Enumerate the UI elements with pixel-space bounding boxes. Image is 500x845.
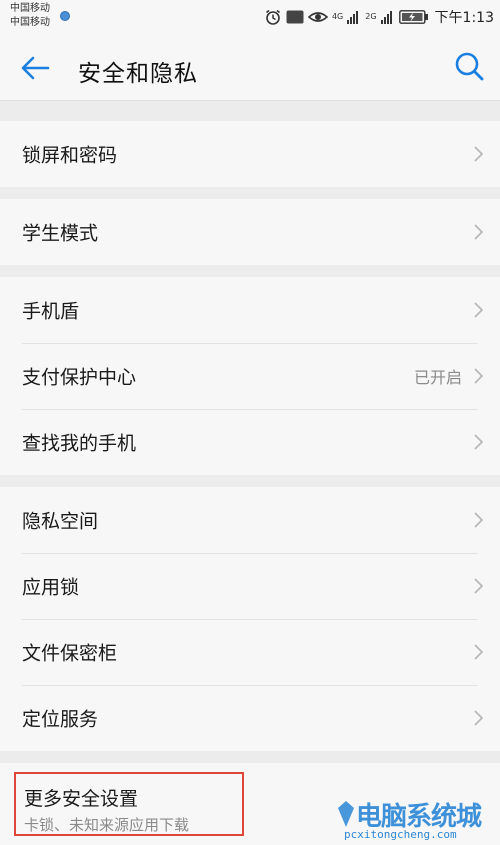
watermark: 电脑系统城 pcxitongcheng.com (336, 794, 496, 844)
chevron-right-icon (474, 434, 484, 450)
battery-charging-icon (398, 10, 428, 24)
chevron-right-icon (474, 578, 484, 594)
settings-item-label: 学生模式 (22, 222, 99, 245)
settings-item-label: 查找我的手机 (22, 432, 137, 455)
watermark-url: pcxitongcheng.com (344, 828, 457, 841)
settings-item-location-services[interactable]: 定位服务 (0, 685, 500, 751)
hd-icon (286, 10, 304, 24)
chevron-right-icon (474, 224, 484, 240)
search-icon (455, 52, 484, 81)
settings-group-privacy: 隐私空间 应用锁 文件保密柜 定位服务 (0, 487, 500, 751)
settings-item-label: 锁屏和密码 (22, 144, 118, 167)
settings-group-protection: 手机盾 支付保护中心 已开启 查找我的手机 (0, 277, 500, 475)
settings-item-find-my-phone[interactable]: 查找我的手机 (0, 409, 500, 475)
chevron-right-icon (474, 512, 484, 528)
settings-item-label: 文件保密柜 (22, 642, 118, 665)
more-security-settings-subtitle: 卡锁、未知来源应用下载 (24, 816, 190, 834)
chevron-right-icon (474, 146, 484, 162)
status-bar: 中国移动 中国移动 4G 2G 下午1:13 (0, 0, 500, 34)
settings-item-file-safe[interactable]: 文件保密柜 (0, 619, 500, 685)
settings-item-label: 手机盾 (22, 300, 80, 323)
carrier-label-1: 中国移动 (10, 3, 50, 14)
settings-item-label: 应用锁 (22, 576, 80, 599)
signal-2g-icon (380, 11, 392, 24)
settings-item-app-lock[interactable]: 应用锁 (0, 553, 500, 619)
network-type-2: 2G (365, 12, 377, 21)
settings-item-phone-shield[interactable]: 手机盾 (0, 277, 500, 343)
more-security-settings-title: 更多安全设置 (24, 788, 139, 810)
settings-group-lock: 锁屏和密码 (0, 121, 500, 187)
settings-item-lock-screen[interactable]: 锁屏和密码 (0, 121, 500, 187)
settings-group-student: 学生模式 (0, 199, 500, 265)
signal-4g-icon (347, 11, 359, 24)
network-type-1: 4G (331, 12, 344, 21)
status-icons: 4G 2G 下午1:13 (264, 7, 494, 27)
back-arrow-icon (21, 56, 50, 80)
carrier-label-2: 中国移动 (10, 17, 50, 28)
more-security-settings-item[interactable]: 更多安全设置 卡锁、未知来源应用下载 (14, 772, 244, 836)
settings-item-private-space[interactable]: 隐私空间 (0, 487, 500, 553)
alarm-icon (265, 9, 280, 25)
settings-item-payment-protection[interactable]: 支付保护中心 已开启 (0, 343, 500, 409)
page-title: 安全和隐私 (78, 61, 198, 87)
chevron-right-icon (474, 368, 484, 384)
chevron-right-icon (474, 644, 484, 660)
settings-item-label: 隐私空间 (22, 510, 99, 533)
status-value: 已开启 (413, 368, 462, 387)
settings-item-label: 定位服务 (22, 708, 99, 731)
watermark-logo-icon (338, 801, 354, 827)
back-button[interactable] (18, 51, 52, 85)
chevron-right-icon (474, 710, 484, 726)
eye-icon (307, 12, 328, 22)
app-bar: 安全和隐私 (0, 34, 500, 101)
chevron-right-icon (474, 302, 484, 318)
settings-item-label: 支付保护中心 (22, 366, 137, 389)
status-time: 下午1:13 (434, 10, 494, 26)
search-button[interactable] (452, 49, 486, 83)
settings-item-student-mode[interactable]: 学生模式 (0, 199, 500, 265)
carrier-indicator-icon (60, 11, 70, 21)
